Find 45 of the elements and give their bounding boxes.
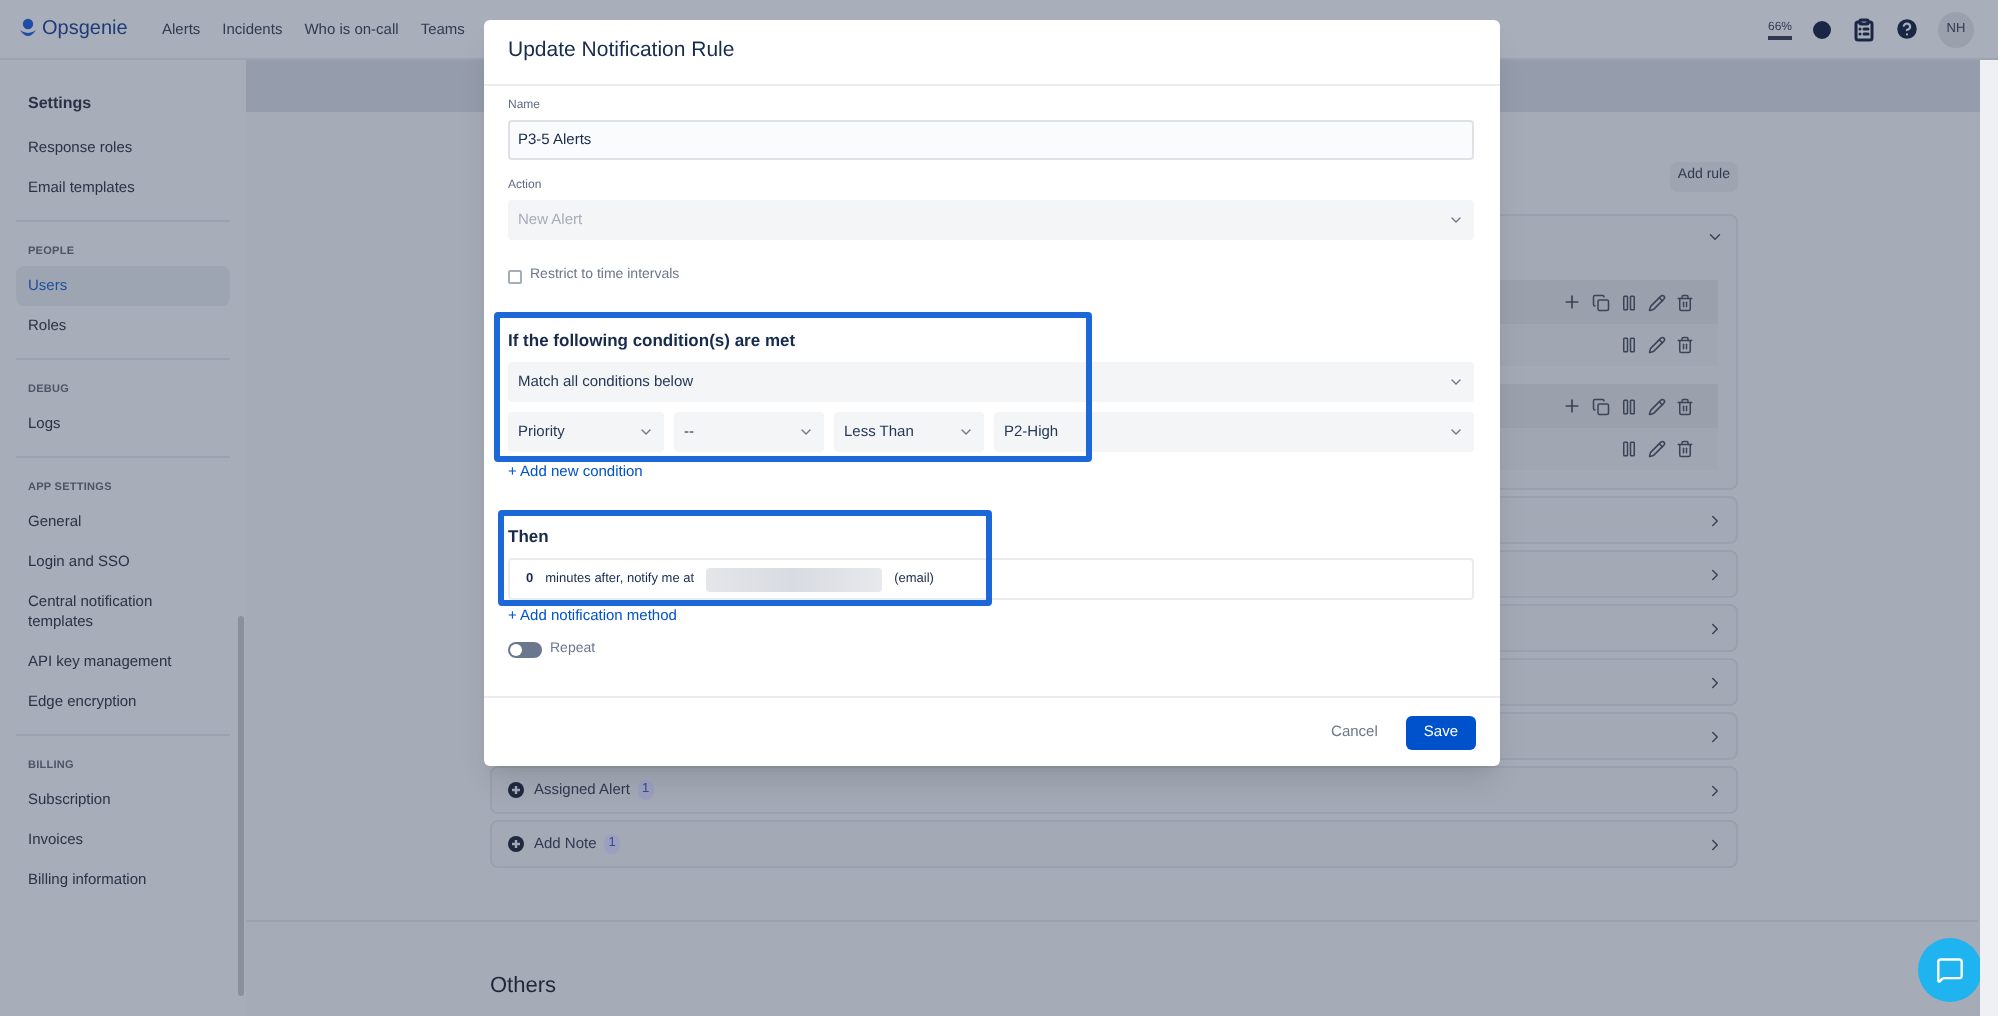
chevron-down-icon xyxy=(1448,374,1464,390)
sidebar-title: Settings xyxy=(26,92,94,116)
pause-icon[interactable] xyxy=(1620,440,1638,458)
chevron-right-icon[interactable] xyxy=(1706,565,1724,583)
chevron-right-icon[interactable] xyxy=(1706,619,1724,637)
section-heading: Then xyxy=(508,526,551,546)
help-icon[interactable] xyxy=(1894,16,1920,42)
chevron-right-icon[interactable] xyxy=(1706,727,1724,745)
chevron-down-icon xyxy=(798,424,814,440)
delete-icon[interactable] xyxy=(1676,336,1694,354)
plus-circle-icon xyxy=(508,782,524,798)
section-heading: If the following condition(s) are met xyxy=(508,330,798,350)
chevron-right-icon[interactable] xyxy=(1706,781,1724,799)
edit-icon[interactable] xyxy=(1648,336,1666,354)
pause-icon[interactable] xyxy=(1620,293,1638,311)
chat-button[interactable] xyxy=(1918,938,1982,1002)
pause-icon[interactable] xyxy=(1620,397,1638,415)
delete-icon[interactable] xyxy=(1676,397,1694,415)
delete-icon[interactable] xyxy=(1676,440,1694,458)
plus-circle-icon xyxy=(508,836,524,852)
edit-icon[interactable] xyxy=(1648,440,1666,458)
edit-icon[interactable] xyxy=(1648,397,1666,415)
chevron-down-icon[interactable] xyxy=(1706,228,1724,246)
clipboard-icon[interactable] xyxy=(1852,17,1876,41)
logo-icon xyxy=(20,18,36,40)
chevron-down-icon xyxy=(1448,212,1464,228)
app-logo[interactable]: Opsgenie xyxy=(42,14,128,44)
delete-icon[interactable] xyxy=(1676,293,1694,311)
chevron-down-icon xyxy=(638,424,654,440)
chevron-down-icon xyxy=(1448,424,1464,440)
edit-icon[interactable] xyxy=(1648,293,1666,311)
copy-icon[interactable] xyxy=(1592,293,1610,311)
chevron-right-icon[interactable] xyxy=(1706,673,1724,691)
checkbox[interactable] xyxy=(508,269,522,283)
section-heading: Others xyxy=(490,972,559,1002)
chevron-down-icon xyxy=(958,424,974,440)
chevron-right-icon[interactable] xyxy=(1706,511,1724,529)
add-icon[interactable] xyxy=(1562,292,1582,312)
add-icon[interactable] xyxy=(1562,396,1582,416)
copy-icon[interactable] xyxy=(1592,397,1610,415)
repeat-toggle[interactable] xyxy=(508,642,542,659)
dialog-title: Update Notification Rule xyxy=(508,36,735,67)
chevron-right-icon[interactable] xyxy=(1706,835,1724,853)
chat-icon xyxy=(1936,956,1964,984)
pause-icon[interactable] xyxy=(1620,336,1638,354)
